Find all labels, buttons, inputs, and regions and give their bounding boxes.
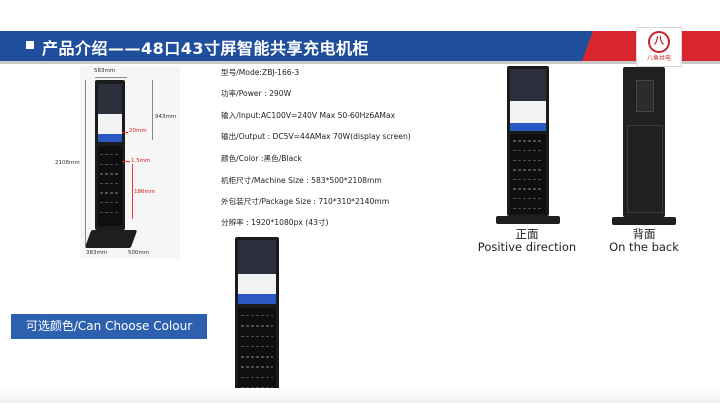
spec-machine-size: 机柜尺寸/Machine Size : 583*500*2108mm — [221, 176, 382, 185]
front-base — [496, 216, 560, 224]
dim-base-width: 500mm — [128, 250, 150, 256]
diagram-screen-panel — [98, 114, 122, 134]
dim-base-depth: 383mm — [86, 250, 108, 256]
back-caption-en: On the back — [609, 240, 679, 254]
gap-20-line — [122, 132, 128, 133]
spec-input: 输入/Input:AC100V=240V Max 50-60Hz6AMax — [221, 111, 396, 120]
colour-kiosk-band — [238, 294, 276, 304]
footer-shade — [0, 388, 720, 403]
dim-width-top: 583mm — [94, 68, 116, 74]
choose-colour-label[interactable]: 可选颜色/Can Choose Colour — [11, 314, 207, 339]
front-slots — [510, 134, 546, 214]
colour-kiosk-panel — [238, 274, 276, 294]
page-title: 产品介绍——48口43寸屏智能共享充电机柜 — [42, 39, 370, 58]
dim-height-total: 2108mm — [55, 160, 80, 166]
spec-output: 输出/Output : DC5V=44AMax 70W(display scre… — [221, 132, 411, 141]
front-screen — [510, 69, 546, 101]
diagram-screen-band — [98, 134, 122, 142]
colour-kiosk-screen — [238, 240, 276, 274]
h186-line — [132, 164, 133, 219]
back-top-vent — [636, 80, 654, 112]
spec-model: 型号/Mode:ZBJ-166-3 — [221, 68, 300, 77]
header-shadow — [0, 61, 720, 64]
back-base — [612, 217, 676, 225]
dim-gap-15: 1.5mm — [131, 158, 151, 164]
dim-height-screen: 943mm — [155, 114, 177, 120]
dim-h-186: 186mm — [134, 189, 156, 195]
height-line — [85, 80, 86, 245]
back-panel — [627, 125, 663, 213]
front-caption-en: Positive direction — [477, 240, 577, 254]
screen-height-line — [152, 80, 153, 140]
spec-power: 功率/Power : 290W — [221, 89, 292, 98]
spec-package-size: 外包装尺寸/Package Size : 710*310*2140mm — [221, 197, 390, 206]
width-line — [95, 77, 127, 78]
dim-gap-20: 20mm — [129, 128, 147, 134]
diagram-slots — [98, 146, 122, 226]
diagram-screen — [98, 84, 122, 114]
front-screen-panel — [510, 101, 546, 123]
colour-kiosk-slots — [238, 308, 276, 394]
brand-logo-text: 八鱼共电 — [646, 55, 671, 62]
spec-color: 颜色/Color :黑色/Black — [221, 154, 302, 163]
front-screen-band — [510, 123, 546, 131]
diagram-base — [84, 230, 138, 248]
gap-15-line — [122, 161, 130, 162]
brand-logo-icon: 八 — [648, 31, 670, 53]
title-bullet-icon — [26, 41, 34, 49]
spec-resolution: 分辨率 : 1920*1080px (43寸) — [221, 218, 329, 227]
